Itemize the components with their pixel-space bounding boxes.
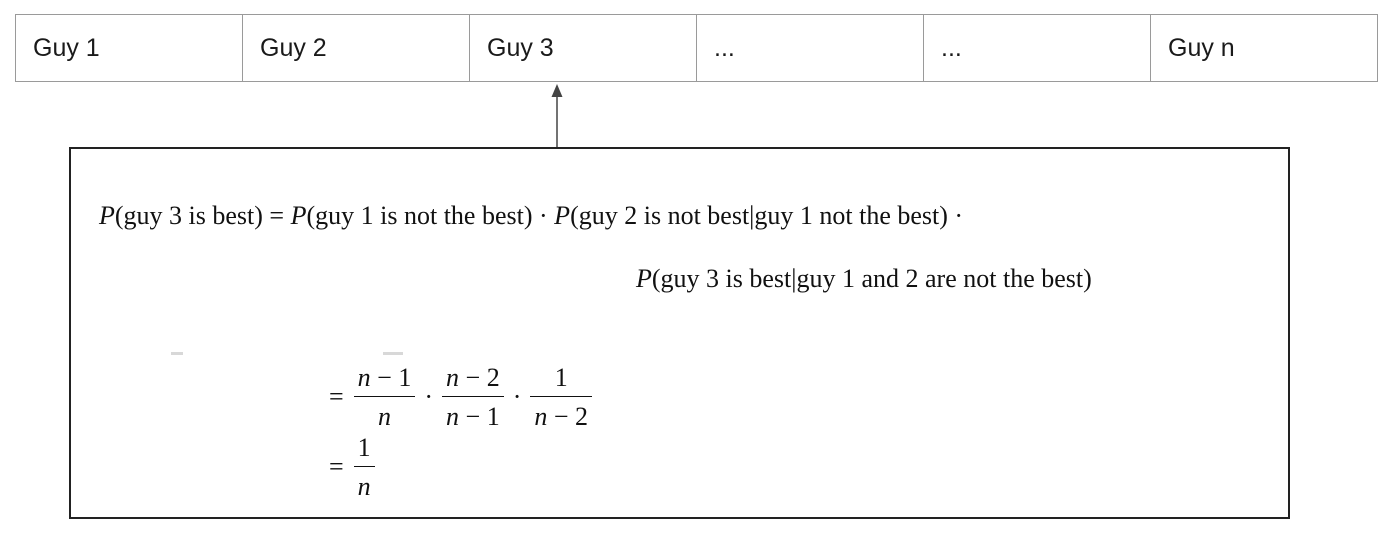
math-variable-n: n bbox=[534, 401, 548, 431]
fraction-1-denominator: n bbox=[374, 402, 395, 432]
fraction-2-bar bbox=[442, 395, 504, 397]
equation-row-1: = n − 1 n · n − 2 n − 1 · 1 n − 2 bbox=[329, 363, 593, 432]
fraction-1-numerator: n − 1 bbox=[354, 363, 416, 393]
equation-row-2: = 1 n bbox=[329, 433, 375, 502]
math-symbol: 1 bbox=[398, 363, 412, 392]
math-variable-p: P bbox=[636, 264, 652, 293]
result-numerator: 1 bbox=[354, 433, 375, 463]
arrow-head bbox=[551, 84, 563, 97]
result-bar bbox=[353, 465, 375, 467]
clipped-glyph-fragment bbox=[383, 352, 403, 355]
formula-box: P(guy 3 is best) = P(guy 1 is not the be… bbox=[69, 147, 1290, 519]
math-symbol: − bbox=[465, 401, 481, 431]
multiply-dot: · bbox=[424, 382, 434, 412]
fraction-2-numerator: n − 2 bbox=[442, 363, 504, 393]
math-symbol: 1 bbox=[554, 363, 568, 392]
fraction-1-bar bbox=[353, 395, 416, 397]
fraction-1: n − 1 n bbox=[353, 363, 416, 432]
math-text: (guy 3 is best|guy 1 and 2 are not the b… bbox=[651, 264, 1092, 293]
math-symbol: − bbox=[377, 363, 392, 392]
formula-line-1: P(guy 3 is best) = P(guy 1 is not the be… bbox=[99, 203, 963, 229]
multiply-dot: · bbox=[512, 382, 522, 412]
math-symbol: − bbox=[553, 401, 569, 431]
math-variable-n: n bbox=[446, 363, 460, 392]
math-variable-p: P bbox=[554, 201, 571, 230]
math-variable-n: n bbox=[378, 401, 391, 431]
math-symbol: 2 bbox=[575, 401, 589, 431]
fraction-3: 1 n − 2 bbox=[530, 363, 593, 432]
fraction-3-numerator: 1 bbox=[551, 363, 572, 393]
math-symbol: 1 bbox=[357, 433, 371, 462]
math-text: (guy 1 is not the best) · bbox=[306, 201, 555, 230]
fraction-2: n − 2 n − 1 bbox=[442, 363, 504, 432]
equals-sign: = bbox=[329, 382, 344, 412]
math-variable-n: n bbox=[357, 471, 371, 501]
math-symbol: − bbox=[465, 363, 481, 392]
math-text: (guy 3 is best) = bbox=[114, 201, 291, 230]
clipped-glyph-fragment bbox=[171, 352, 183, 355]
math-symbol: 2 bbox=[486, 363, 500, 392]
math-symbol: 1 bbox=[486, 401, 500, 431]
fraction-2-denominator: n − 1 bbox=[442, 402, 504, 432]
fraction-3-bar bbox=[530, 395, 593, 397]
math-variable-p: P bbox=[99, 201, 115, 230]
result-denominator: n bbox=[354, 472, 375, 502]
math-variable-p: P bbox=[290, 201, 307, 230]
math-variable-n: n bbox=[446, 401, 460, 431]
fraction-3-denominator: n − 2 bbox=[530, 402, 592, 432]
math-variable-n: n bbox=[357, 363, 371, 392]
result-fraction: 1 n bbox=[353, 433, 375, 502]
equals-sign: = bbox=[329, 452, 344, 482]
math-text: (guy 2 is not best|guy 1 not the best) · bbox=[570, 201, 964, 230]
formula-line-2: P(guy 3 is best|guy 1 and 2 are not the … bbox=[636, 266, 1092, 292]
